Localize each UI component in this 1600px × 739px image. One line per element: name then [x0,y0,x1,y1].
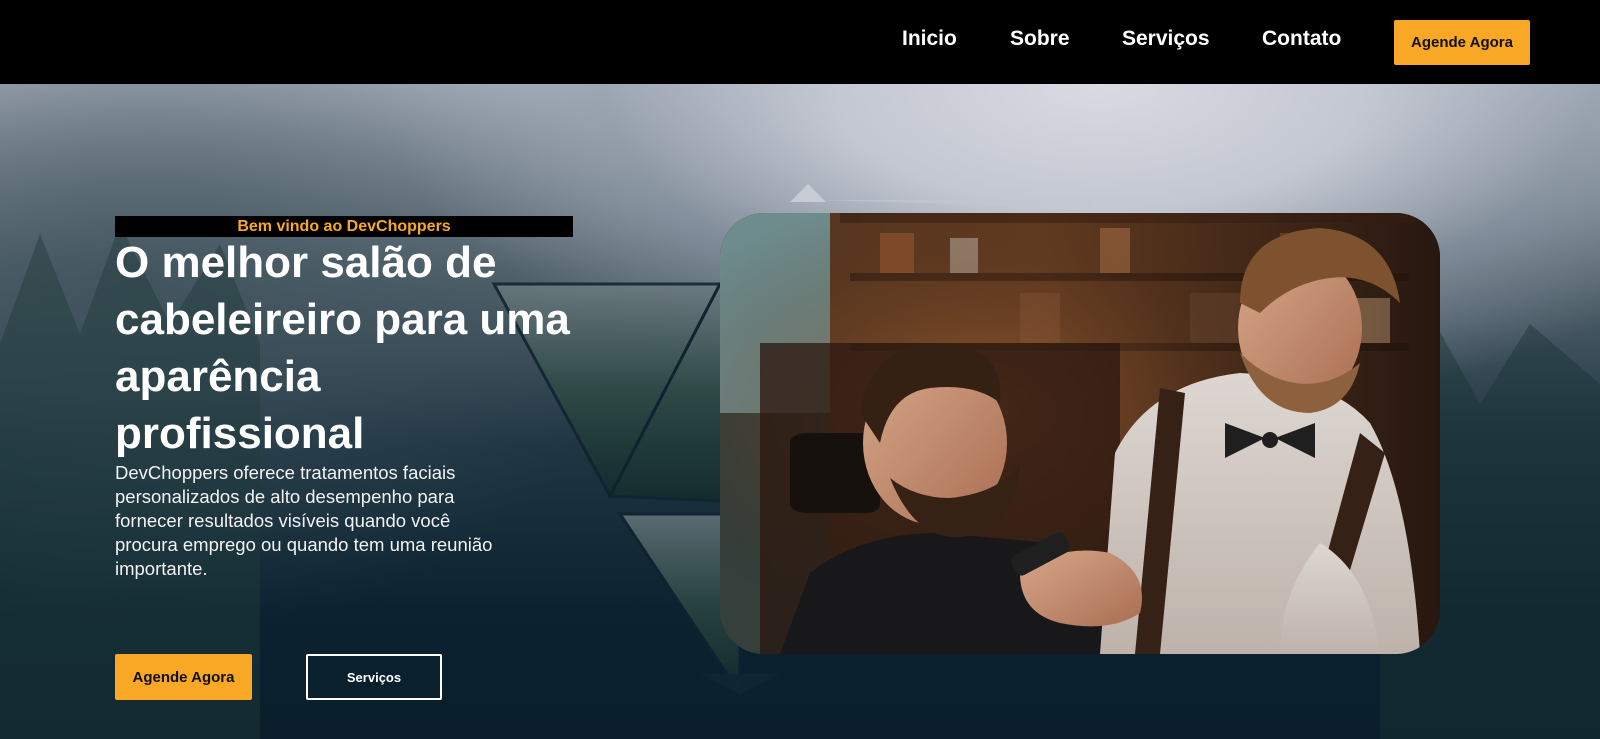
book-now-button[interactable]: Agende Agora [115,654,252,700]
services-button[interactable]: Serviços [306,654,442,700]
hero-description: DevChoppers oferece tratamentos faciais … [115,462,493,579]
nav-link-contato[interactable]: Contato [1262,27,1341,51]
nav-link-servicos[interactable]: Serviços [1122,27,1210,51]
nav-link-sobre[interactable]: Sobre [1010,27,1070,51]
barber-photo [720,213,1440,654]
hero-section: Bem vindo ao DevChoppers O melhor salão … [0,84,1600,739]
hero-headline: O melhor salão de cabeleireiro para uma … [115,238,570,458]
nav-book-button[interactable]: Agende Agora [1394,20,1530,65]
navbar: Inicio Sobre Serviços Contato Agende Ago… [0,0,1600,84]
nav-link-inicio[interactable]: Inicio [902,27,957,51]
